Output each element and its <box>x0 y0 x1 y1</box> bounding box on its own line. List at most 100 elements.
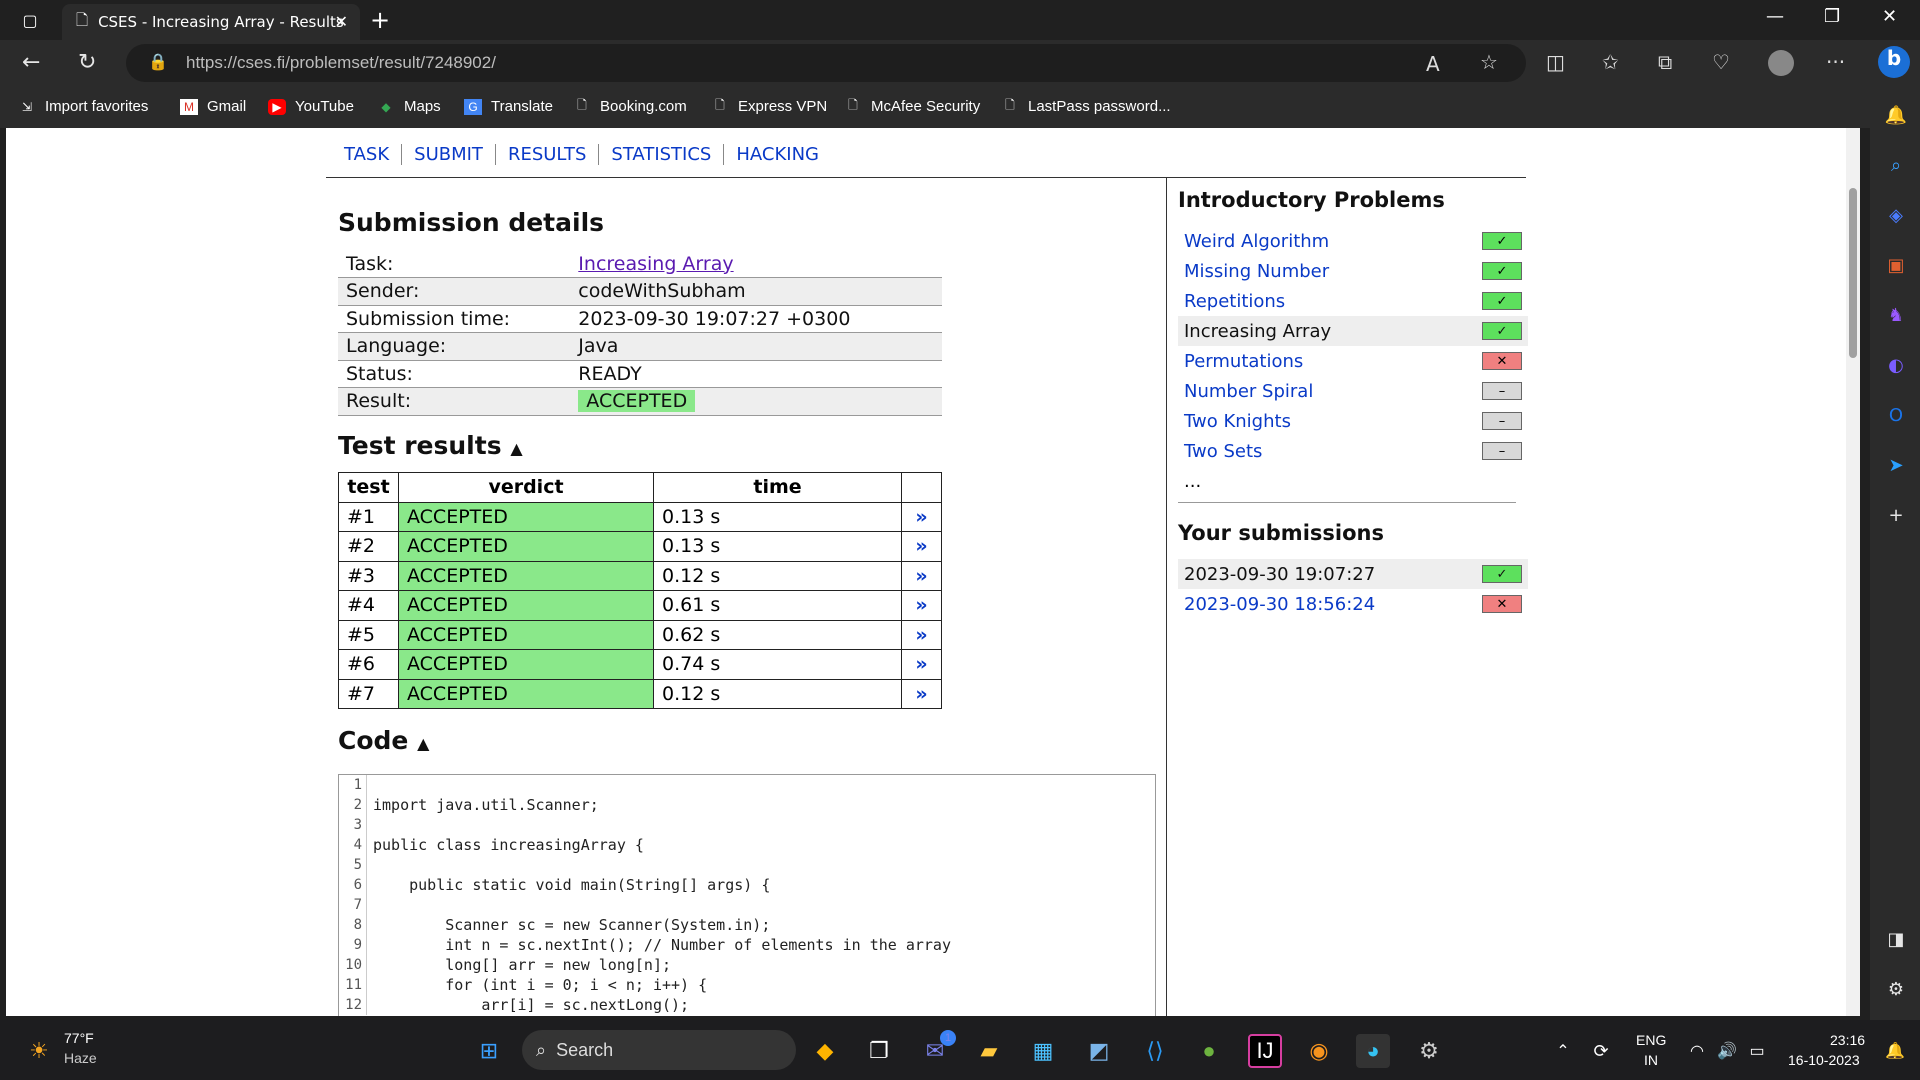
new-tab-icon[interactable]: + <box>370 6 390 34</box>
battery-icon[interactable]: ▭ <box>1740 1034 1774 1068</box>
read-aloud-icon[interactable]: A <box>1426 52 1440 76</box>
submission-link[interactable]: 2023-09-30 18:56:24 <box>1184 594 1375 615</box>
problem-link[interactable]: Repetitions <box>1184 291 1285 312</box>
browser-tab[interactable]: 🗋 CSES - Increasing Array - Results ✕ <box>62 4 360 40</box>
chevron-up-icon[interactable]: ⌃ <box>1546 1034 1580 1068</box>
favorite-gmail[interactable]: M Gmail <box>180 98 246 115</box>
favorite-import[interactable]: ⇲ Import favorites <box>18 98 148 115</box>
start-icon[interactable]: ⊞ <box>472 1034 506 1068</box>
outlook-icon[interactable]: O <box>1885 404 1907 426</box>
problem-item[interactable]: Permutations ✕ <box>1178 346 1528 376</box>
weather-desc[interactable]: Haze <box>64 1050 97 1066</box>
restore-icon[interactable]: ❐ <box>1824 6 1840 27</box>
minimize-icon[interactable]: — <box>1766 6 1784 27</box>
url-text[interactable]: https://cses.fi/problemset/result/724890… <box>186 53 496 73</box>
code-viewer[interactable]: 1 2 import java.util.Scanner; 3 4 public c… <box>338 774 1156 1016</box>
test-results-heading[interactable]: Test results ▲ <box>338 431 523 460</box>
close-window-icon[interactable]: ✕ <box>1882 6 1897 27</box>
submission-item[interactable]: 2023-09-30 18:56:24 ✕ <box>1178 589 1528 619</box>
problem-link[interactable]: Missing Number <box>1184 261 1329 282</box>
taskbar-search[interactable]: ⌕ Search <box>522 1030 796 1070</box>
settings-icon[interactable]: ⚙ <box>1412 1034 1446 1068</box>
collapse-icon[interactable]: ▲ <box>510 439 522 458</box>
copilot-app-icon[interactable]: ◐ <box>1885 354 1907 376</box>
edge-icon[interactable]: ◕ <box>1356 1034 1390 1068</box>
address-bar[interactable]: 🔒 https://cses.fi/problemset/result/7248… <box>126 44 1526 82</box>
split-screen-icon[interactable]: ◫ <box>1546 50 1565 74</box>
vertical-scrollbar[interactable] <box>1846 128 1860 1016</box>
close-tab-icon[interactable]: ✕ <box>335 12 348 31</box>
problem-item[interactable]: Weird Algorithm ✓ <box>1178 226 1528 256</box>
volume-icon[interactable]: 🔊 <box>1710 1034 1744 1068</box>
weather-icon[interactable]: ☀ <box>22 1034 56 1068</box>
problem-item[interactable]: Number Spiral – <box>1178 376 1528 406</box>
intellij-icon[interactable]: IJ <box>1248 1034 1282 1068</box>
add-icon[interactable]: + <box>1885 504 1907 526</box>
weather-temp[interactable]: 77°F <box>64 1030 94 1046</box>
sync-icon[interactable]: ⟳ <box>1584 1034 1618 1068</box>
collections-icon[interactable]: ⧉ <box>1658 50 1672 74</box>
problem-link[interactable]: Two Knights <box>1184 411 1291 432</box>
file-explorer-icon[interactable]: ▰ <box>972 1034 1006 1068</box>
task-view-icon[interactable]: ❐ <box>862 1034 896 1068</box>
problem-link[interactable]: Permutations <box>1184 351 1303 372</box>
clock-time[interactable]: 23:16 <box>1830 1032 1865 1048</box>
view-test-link[interactable]: » <box>901 619 942 650</box>
games-icon[interactable]: ♞ <box>1885 304 1907 326</box>
vscode-icon[interactable]: ⟨⟩ <box>1138 1034 1172 1068</box>
view-test-link[interactable]: » <box>901 501 942 532</box>
problem-item[interactable]: Two Sets – <box>1178 436 1528 466</box>
profile-avatar[interactable] <box>1768 50 1794 76</box>
view-test-link[interactable]: » <box>901 590 942 621</box>
notification-bell-icon[interactable]: 🔔 <box>1878 1034 1912 1068</box>
favorite-youtube[interactable]: ▶ YouTube <box>268 98 354 115</box>
nav-task[interactable]: TASK <box>338 144 403 165</box>
problem-item[interactable]: Repetitions ✓ <box>1178 286 1528 316</box>
send-icon[interactable]: ➤ <box>1885 454 1907 476</box>
code-heading[interactable]: Code ▲ <box>338 726 429 755</box>
favorite-booking[interactable]: 🗋 Booking.com <box>573 98 687 115</box>
refresh-icon[interactable]: ↻ <box>78 50 96 75</box>
tools-icon[interactable]: ▣ <box>1885 254 1907 276</box>
wifi-icon[interactable]: ◠ <box>1680 1034 1714 1068</box>
scroll-thumb[interactable] <box>1849 188 1857 358</box>
sidebar-toggle-icon[interactable]: ◨ <box>1885 928 1907 950</box>
favorites-icon[interactable]: ✩ <box>1602 50 1619 74</box>
nav-hacking[interactable]: HACKING <box>724 144 831 165</box>
view-test-link[interactable]: » <box>901 531 942 562</box>
more-icon[interactable]: ··· <box>1826 50 1845 74</box>
task-link[interactable]: Increasing Array <box>578 253 733 275</box>
copilot-icon[interactable]: b <box>1878 46 1910 78</box>
shopping-tag-icon[interactable]: ◈ <box>1885 204 1907 226</box>
language-region[interactable]: IN <box>1644 1052 1658 1068</box>
view-test-link[interactable]: » <box>901 678 942 709</box>
language-code[interactable]: ENG <box>1636 1032 1666 1048</box>
collapse-icon[interactable]: ▲ <box>417 734 429 753</box>
back-icon[interactable]: ← <box>22 50 40 75</box>
tab-actions-icon[interactable]: ▢ <box>18 8 42 32</box>
teams-icon[interactable]: ✉ 1 <box>918 1030 956 1068</box>
favorite-expressvpn[interactable]: 🗋 Express VPN <box>711 98 827 115</box>
lock-icon[interactable]: 🔒 <box>148 52 168 71</box>
eclipse-icon[interactable]: ◉ <box>1302 1034 1336 1068</box>
favorite-translate[interactable]: G Translate <box>464 98 553 115</box>
store-icon[interactable]: ▦ <box>1026 1034 1060 1068</box>
more-problems[interactable]: ... <box>1178 466 1528 496</box>
favorite-mcafee[interactable]: 🗋 McAfee Security <box>844 98 980 115</box>
view-test-link[interactable]: » <box>901 649 942 680</box>
view-test-link[interactable]: » <box>901 560 942 591</box>
problem-link[interactable]: Number Spiral <box>1184 381 1313 402</box>
problem-link[interactable]: Weird Algorithm <box>1184 231 1329 252</box>
problem-item[interactable]: Two Knights – <box>1178 406 1528 436</box>
bell-icon[interactable]: 🔔 <box>1885 104 1907 126</box>
spring-icon[interactable]: ● <box>1192 1034 1226 1068</box>
clock-date[interactable]: 16-10-2023 <box>1788 1052 1860 1068</box>
nav-results[interactable]: RESULTS <box>496 144 600 165</box>
problem-item[interactable]: Missing Number ✓ <box>1178 256 1528 286</box>
copilot-icon[interactable]: ◆ <box>808 1034 842 1068</box>
nav-submit[interactable]: SUBMIT <box>402 144 496 165</box>
problem-link[interactable]: Two Sets <box>1184 441 1262 462</box>
favorite-star-icon[interactable]: ☆ <box>1480 50 1498 74</box>
health-icon[interactable]: ♡ <box>1712 50 1730 74</box>
mysql-icon[interactable]: ◩ <box>1082 1034 1116 1068</box>
